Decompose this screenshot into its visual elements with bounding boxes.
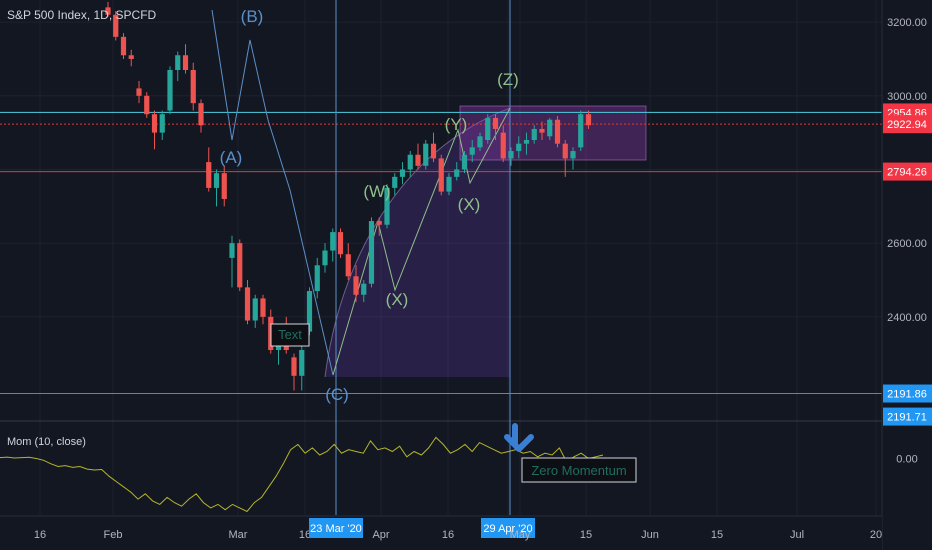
candle-body [144,95,150,115]
time-tick-label: 16 [442,529,454,541]
candle-body [554,119,561,144]
candle-body [175,55,181,70]
candle-body [492,117,499,129]
candle-body [485,117,491,140]
tag-2794-text: 2794.26 [887,167,927,179]
candle-body [531,128,537,140]
candle-body [376,221,382,225]
time-tick-label: 20 [870,529,882,541]
candle-body [291,357,297,376]
time-tick-label: Feb [104,529,123,541]
candle-body [562,143,568,159]
zero-momentum-annotation: Zero Momentum [531,463,626,478]
candle-body [516,143,522,152]
candle-body [252,298,258,321]
candle-body [182,55,189,70]
candle-body [159,114,165,133]
price-tick-label: 3200.00 [887,17,927,29]
candle-body [415,154,421,166]
candle-body [578,114,584,148]
candle-body [438,158,444,192]
candle-body [167,70,173,111]
candle-body [237,243,243,288]
candle-body [368,221,375,284]
text-annotation: Text [278,327,302,342]
wave-label: (Z) [497,70,519,89]
wave-label: (X) [458,195,481,214]
candle-body [190,70,196,104]
time-tick-label: Jun [641,529,659,541]
candle-body [221,173,227,199]
time-tick-label: Apr [372,529,389,541]
price-axis-bg [882,0,932,550]
wave-label: (A) [220,148,243,167]
price-tick-label: 2600.00 [887,238,927,250]
candle-body [353,276,359,295]
momentum-zero-label: 0.00 [896,454,917,466]
header-title: S&P 500 Index, 1D, SPCFD [7,8,157,22]
candle-body [151,114,158,133]
candle-body [330,232,336,251]
candle-body [244,287,251,321]
candle-body [299,350,305,376]
time-tick-label: 16 [34,529,46,541]
candle-body [229,243,235,258]
candle-body [570,151,576,159]
candle-body [523,140,530,144]
tag-2922-text: 2922.94 [887,119,927,131]
candle-body [423,143,429,166]
candle-body [337,232,344,255]
time-tick-label: 15 [580,529,592,541]
time-tick-label: May [510,529,531,541]
candle-body [345,254,351,277]
candle-body [430,143,437,159]
candle-body [198,103,204,126]
time-tick-label: Mar [229,529,248,541]
candle-body [361,283,367,295]
candle-body [547,119,553,137]
candle-body [461,154,468,170]
momentum-label: Mom (10, close) [7,436,86,448]
tag-2191-86-text: 2191.86 [887,389,927,401]
candle-body [206,162,212,188]
wave-label: (B) [241,7,264,26]
wave-label: (W) [363,182,390,201]
candle-body [213,173,220,188]
wave-label: (C) [325,385,349,404]
candle-body [454,169,460,177]
wave-label: (X) [386,290,409,309]
candle-body [500,132,506,159]
time-tick-label: 15 [711,529,723,541]
candle-body [314,265,320,292]
candle-body [120,36,127,56]
price-tick-label: 3000.00 [887,91,927,103]
candle-body [136,88,142,96]
candle-body [260,298,266,317]
wave-label: (Y) [445,115,468,134]
candle-body [469,147,475,155]
candle-body [392,176,398,188]
candle-body [508,151,514,159]
candle-body [407,154,413,170]
candle-body [128,55,134,59]
candle-body [477,136,483,148]
date-tag-text: 23 Mar '20 [310,523,362,535]
candle-body [585,114,592,126]
time-tick-label: Jul [790,529,804,541]
candle-body [446,176,452,192]
candle-body [539,128,545,133]
tag-2191-71-text: 2191.71 [887,412,927,424]
chart-svg[interactable]: (B) (A) (C) (W) (X) (Y) (X) (Z) 3200.00 3000.00 2… [0,0,932,550]
candle-body [399,169,406,177]
price-tick-label: 2400.00 [887,312,927,324]
candle-body [322,250,328,266]
